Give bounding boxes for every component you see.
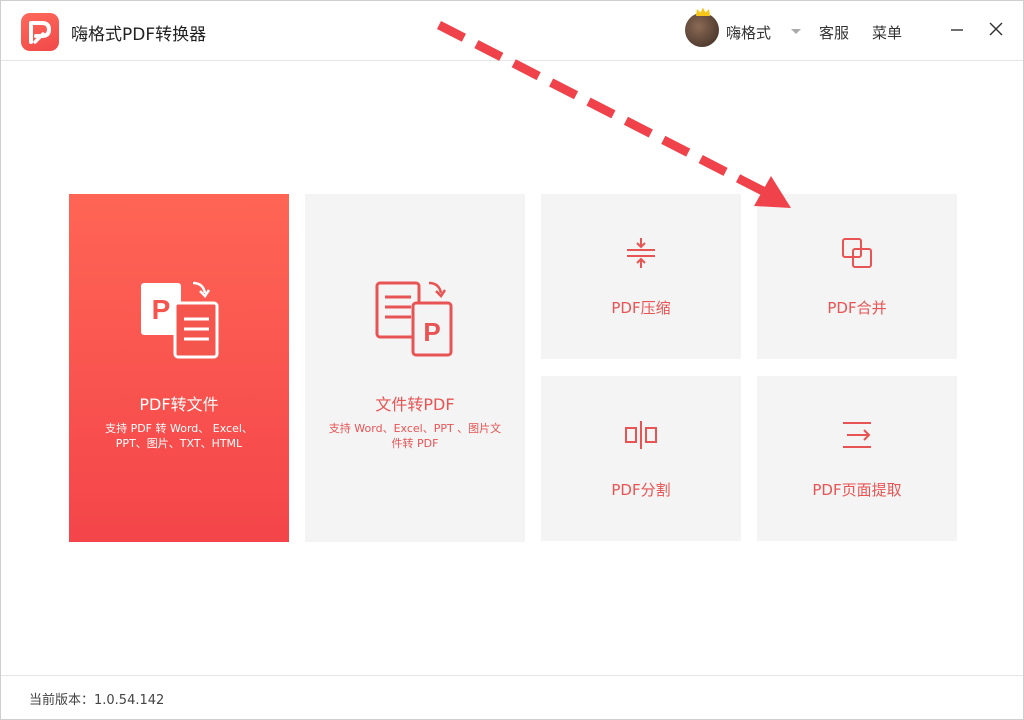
pdf-to-file-desc: 支持 PDF 转 Word、 Excel、 PPT、图片、TXT、HTML — [105, 422, 253, 450]
crown-icon — [696, 7, 710, 16]
pdf-merge-title: PDF合并 — [827, 299, 887, 317]
pdf-split-title: PDF分割 — [611, 481, 671, 499]
document-to-pdf-icon: P — [375, 281, 453, 357]
close-icon[interactable] — [986, 19, 1006, 39]
svg-text:P: P — [423, 317, 440, 347]
pdf-to-document-icon: P — [141, 281, 219, 359]
app-title: 嗨格式PDF转换器 — [71, 25, 207, 45]
split-icon — [625, 421, 657, 449]
avatar[interactable] — [685, 7, 719, 47]
pdf-compress-card[interactable]: PDF压缩 — [541, 194, 741, 359]
pdf-page-extract-card[interactable]: PDF页面提取 — [757, 376, 957, 541]
pdf-page-extract-title: PDF页面提取 — [812, 481, 902, 499]
title-bar: 嗨格式PDF转换器 嗨格式 客服 菜单 — [1, 1, 1023, 61]
pdf-to-file-card[interactable]: P PDF转文件 支持 PDF 转 Word、 Excel、 PPT、图片、TX… — [69, 194, 289, 542]
pdf-to-file-title: PDF转文件 — [139, 395, 219, 414]
version-label: 当前版本：1.0.54.142 — [29, 693, 165, 708]
chevron-down-icon[interactable] — [789, 23, 803, 37]
pdf-compress-title: PDF压缩 — [611, 299, 671, 317]
merge-icon — [842, 238, 872, 268]
menu-button[interactable]: 菜单 — [872, 22, 902, 43]
file-to-pdf-title: 文件转PDF — [375, 395, 455, 414]
username-label[interactable]: 嗨格式 — [726, 22, 771, 43]
pdf-split-card[interactable]: PDF分割 — [541, 376, 741, 541]
svg-text:P: P — [152, 294, 171, 325]
footer: 当前版本：1.0.54.142 — [1, 675, 1023, 719]
pdf-merge-card[interactable]: PDF合并 — [757, 194, 957, 359]
app-window: 嗨格式PDF转换器 嗨格式 客服 菜单 P PDF转文件 支持 PDF 转 Wo… — [0, 0, 1024, 720]
extract-icon — [843, 422, 871, 448]
customer-service-button[interactable]: 客服 — [819, 22, 849, 43]
compress-icon — [627, 238, 655, 268]
file-to-pdf-desc: 支持 Word、Excel、PPT 、图片文件转 PDF — [328, 422, 502, 450]
file-to-pdf-card[interactable]: P 文件转PDF 支持 Word、Excel、PPT 、图片文件转 PDF — [305, 194, 525, 542]
app-logo-icon — [21, 13, 59, 51]
minimize-icon[interactable] — [947, 19, 967, 39]
